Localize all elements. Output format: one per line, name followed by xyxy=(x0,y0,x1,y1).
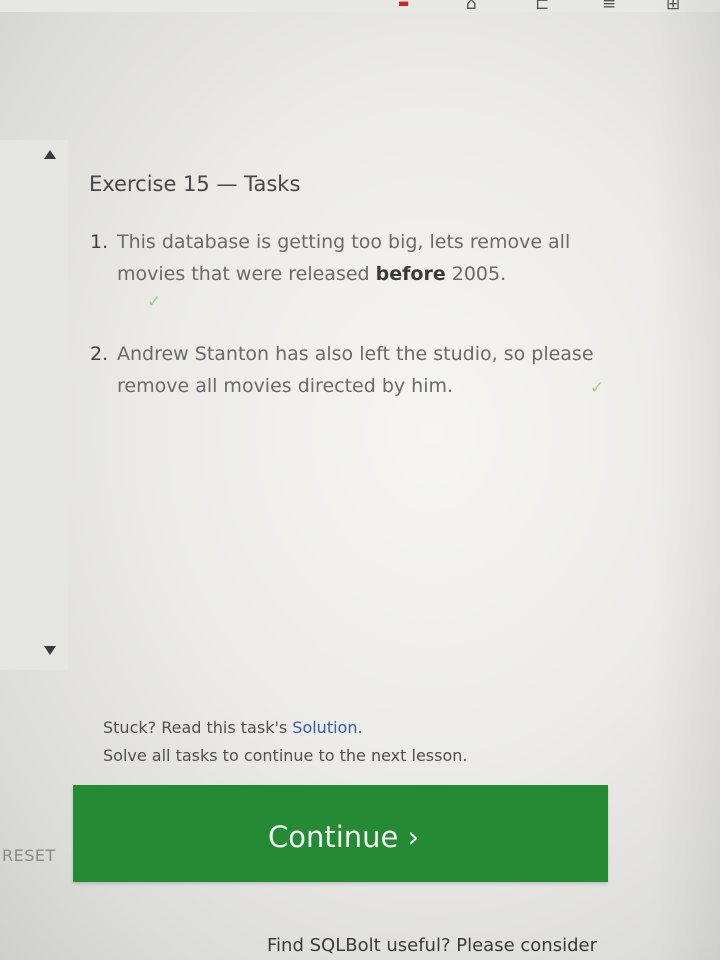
scroll-up-icon[interactable] xyxy=(44,150,56,159)
solution-link[interactable]: Solution xyxy=(292,718,357,737)
task-text: Andrew Stanton has also left the studio,… xyxy=(117,343,594,397)
support-prompt: Find SQLBolt useful? Please consider xyxy=(267,935,597,956)
task-bold-word: before xyxy=(375,263,446,285)
stuck-note: Stuck? Read this task's Solution. xyxy=(103,718,363,737)
scroll-rail[interactable] xyxy=(0,140,68,670)
split-icon[interactable]: ⊏ xyxy=(535,0,549,14)
screen-edge-shadow xyxy=(652,0,720,960)
task-item-1: 1. This database is getting too big, let… xyxy=(90,226,610,312)
continue-label: Continue › xyxy=(268,820,420,854)
continue-button[interactable]: Continue › xyxy=(73,785,608,882)
list-icon[interactable]: ≡ xyxy=(602,0,616,14)
scroll-down-icon[interactable] xyxy=(44,646,56,655)
task-item-2: 2. Andrew Stanton has also left the stud… xyxy=(90,338,610,402)
task-complete-check-icon: ✓ xyxy=(590,378,605,398)
task-number: 2. xyxy=(90,343,109,365)
reset-button[interactable]: RESET xyxy=(2,846,56,865)
task-complete-check-icon: ✓ xyxy=(147,292,162,312)
task-number: 1. xyxy=(90,231,109,253)
exercise-panel: Exercise 15 — Tasks 1. This database is … xyxy=(70,140,660,680)
task-text: This database is getting too big, lets r… xyxy=(117,231,571,285)
browser-toolbar: ▬ ⌂ ⊏ ≡ ⊞ xyxy=(0,0,720,14)
tool-icon[interactable]: ⌂ xyxy=(466,0,477,14)
red-badge-icon[interactable]: ▬ xyxy=(398,0,409,10)
exercise-title: Exercise 15 — Tasks xyxy=(89,172,301,196)
continue-note: Solve all tasks to continue to the next … xyxy=(103,746,468,765)
